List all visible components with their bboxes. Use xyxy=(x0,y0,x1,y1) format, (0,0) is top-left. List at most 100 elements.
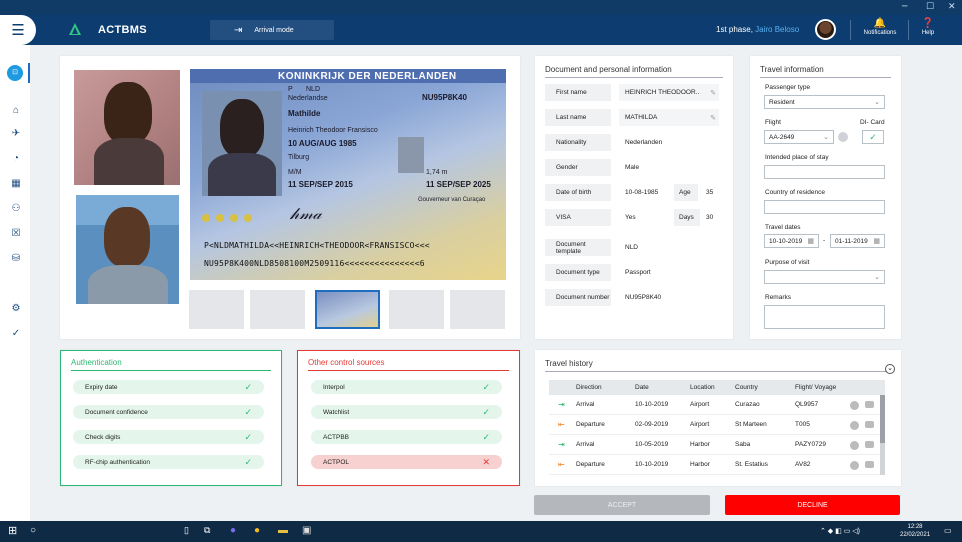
user-name[interactable]: Jairo Beloso xyxy=(755,25,799,34)
remarks-textarea[interactable] xyxy=(764,305,885,329)
flight-select[interactable]: AA-2649 ⌄ xyxy=(764,130,834,144)
status-dot-icon[interactable] xyxy=(850,461,859,470)
cell-country: Saba xyxy=(735,441,751,448)
date-to-input[interactable]: 01-11-2019 ▦ xyxy=(830,234,885,248)
users-icon[interactable]: ⚇ xyxy=(9,203,23,214)
auth-check-row[interactable]: Check digits ✓ xyxy=(73,430,264,444)
departure-icon: ⇤ xyxy=(558,420,565,429)
comment-icon[interactable] xyxy=(865,461,874,468)
source-check-row[interactable]: Watchlist ✓ xyxy=(311,405,502,419)
passenger-type-label: Passenger type xyxy=(765,84,811,91)
passport-scan-image[interactable]: KONINKRIJK DER NEDERLANDEN P NLD NU95P8K… xyxy=(190,69,506,280)
table-row[interactable]: ⇤ Departure 02-09-2019 Airport St Marteen T00… xyxy=(549,415,880,435)
passport-authority: Gouverneur van Curaçao xyxy=(418,197,486,203)
comment-icon[interactable] xyxy=(865,441,874,448)
actbms-logo-icon xyxy=(69,23,81,35)
help-button[interactable]: ❓ Help xyxy=(916,18,940,36)
column-header[interactable]: Country xyxy=(735,384,758,391)
last-name-label: Last name xyxy=(545,109,611,126)
passport-scan-icon[interactable]: ⊡ xyxy=(7,65,23,81)
document-check-icon[interactable]: ☒ xyxy=(9,228,23,239)
comment-icon[interactable] xyxy=(865,421,874,428)
scrollbar[interactable] xyxy=(880,395,885,475)
di-card-checkbox[interactable]: ✓ xyxy=(862,130,884,144)
passport-portrait-crop[interactable] xyxy=(74,70,180,185)
home-icon[interactable]: ⌂ xyxy=(9,105,23,116)
calendar-icon[interactable]: ▦ xyxy=(807,237,814,245)
system-tray-icons[interactable]: ⌃ ◆ ◧ ▭ ◁) xyxy=(820,527,860,535)
edit-icon[interactable]: ✎ xyxy=(710,89,716,97)
cell-location: Airport xyxy=(690,421,710,428)
table-row[interactable]: ⇥ Arrival 10-10-2019 Airport Curazao QL9957 xyxy=(549,395,880,415)
scrollbar-thumb[interactable] xyxy=(880,395,885,443)
task-view-icon[interactable]: ⧉ xyxy=(204,525,210,536)
country-residence-input[interactable] xyxy=(764,200,885,214)
calendar-icon[interactable]: ▦ xyxy=(873,237,880,245)
thumbnail-selected[interactable] xyxy=(315,290,380,329)
flight-info-icon[interactable] xyxy=(838,132,848,142)
table-row[interactable]: ⇥ Arrival 10-05-2019 Harbor Saba PAZY0729 xyxy=(549,435,880,455)
thumbnail-4[interactable] xyxy=(389,290,444,329)
arrival-mode-button[interactable]: ⇥ Arrival mode xyxy=(210,20,334,40)
notifications-button[interactable]: 🔔 Notifications xyxy=(858,18,902,36)
chrome-icon[interactable]: ● xyxy=(254,525,260,536)
column-header[interactable]: Location xyxy=(690,384,715,391)
last-name-value: MATHILDA xyxy=(625,114,658,121)
thumbnail-1[interactable] xyxy=(189,290,244,329)
accept-button[interactable]: ACCEPT xyxy=(534,495,710,515)
close-icon[interactable]: ✕ xyxy=(948,2,956,12)
table-icon[interactable]: ▦ xyxy=(9,178,23,189)
intended-stay-input[interactable] xyxy=(764,165,885,179)
file-explorer-icon[interactable]: ▬ xyxy=(278,525,288,536)
minimize-icon[interactable]: ─ xyxy=(902,2,907,12)
chevron-down-icon: ⌄ xyxy=(874,274,880,281)
auth-check-row[interactable]: RF-chip authentication ✓ xyxy=(73,455,264,469)
collapse-icon[interactable]: ⌄ xyxy=(885,364,895,374)
column-header[interactable]: Flight/ Voyage xyxy=(795,384,836,391)
source-check-row[interactable]: ACTPBB ✓ xyxy=(311,430,502,444)
passenger-type-select[interactable]: Resident ⌄ xyxy=(764,95,885,109)
auth-check-row[interactable]: Document confidence ✓ xyxy=(73,405,264,419)
thumbnail-5[interactable] xyxy=(450,290,505,329)
taskbar-clock[interactable]: 12:28 22/02/2021 xyxy=(900,523,930,539)
source-check-row[interactable]: ACTPOL ✕ xyxy=(311,455,502,469)
bell-icon: 🔔 xyxy=(873,18,887,29)
live-photo[interactable] xyxy=(76,195,179,304)
auth-check-row[interactable]: Expiry date ✓ xyxy=(73,380,264,394)
hamburger-menu-icon[interactable]: ☰ xyxy=(0,15,36,45)
status-dot-icon[interactable] xyxy=(850,421,859,430)
last-name-field[interactable]: MATHILDA ✎ xyxy=(619,109,719,126)
source-check-row[interactable]: Interpol ✓ xyxy=(311,380,502,394)
database-icon[interactable]: ⛁ xyxy=(9,253,23,264)
search-icon[interactable]: ○ xyxy=(30,525,36,536)
settings-icon[interactable]: ⚙ xyxy=(9,303,23,314)
status-dot-icon[interactable] xyxy=(850,441,859,450)
thumbnail-2[interactable] xyxy=(250,290,305,329)
purpose-select[interactable]: ⌄ xyxy=(764,270,885,284)
first-name-field[interactable]: HEINRICH THEODOOR.. ✎ xyxy=(619,84,719,101)
table-row[interactable]: ⇤ Departure 10-10-2019 Harbor St. Estatius AV… xyxy=(549,455,880,475)
shoulders-image xyxy=(94,138,164,185)
cell-flight: AV82 xyxy=(795,461,811,468)
visa-label: VISA xyxy=(545,209,611,226)
microphone-icon[interactable]: ▯ xyxy=(184,525,189,536)
gauge-icon[interactable]: ◔ xyxy=(9,153,23,164)
notification-center-icon[interactable]: ▭ xyxy=(944,526,952,535)
passport-photo xyxy=(202,91,282,196)
decline-button[interactable]: DECLINE xyxy=(725,495,900,515)
status-dot-icon[interactable] xyxy=(850,401,859,410)
edit-icon[interactable]: ✎ xyxy=(710,114,716,122)
maximize-icon[interactable]: ☐ xyxy=(926,2,934,12)
column-header[interactable]: Date xyxy=(635,384,649,391)
cell-location: Harbor xyxy=(690,461,710,468)
edge-browser-icon[interactable]: ● xyxy=(230,525,236,536)
windows-start-icon[interactable]: ⊞ xyxy=(8,524,17,537)
flight-icon[interactable]: ✈ xyxy=(9,128,23,139)
avatar[interactable] xyxy=(815,19,836,40)
comment-icon[interactable] xyxy=(865,401,874,408)
store-icon[interactable]: ▣ xyxy=(302,525,311,536)
help-label: Help xyxy=(921,30,935,36)
check-circle-icon[interactable]: ✓ xyxy=(9,328,23,339)
date-from-input[interactable]: 10-10-2019 ▦ xyxy=(764,234,819,248)
column-header[interactable]: Direction xyxy=(576,384,602,391)
